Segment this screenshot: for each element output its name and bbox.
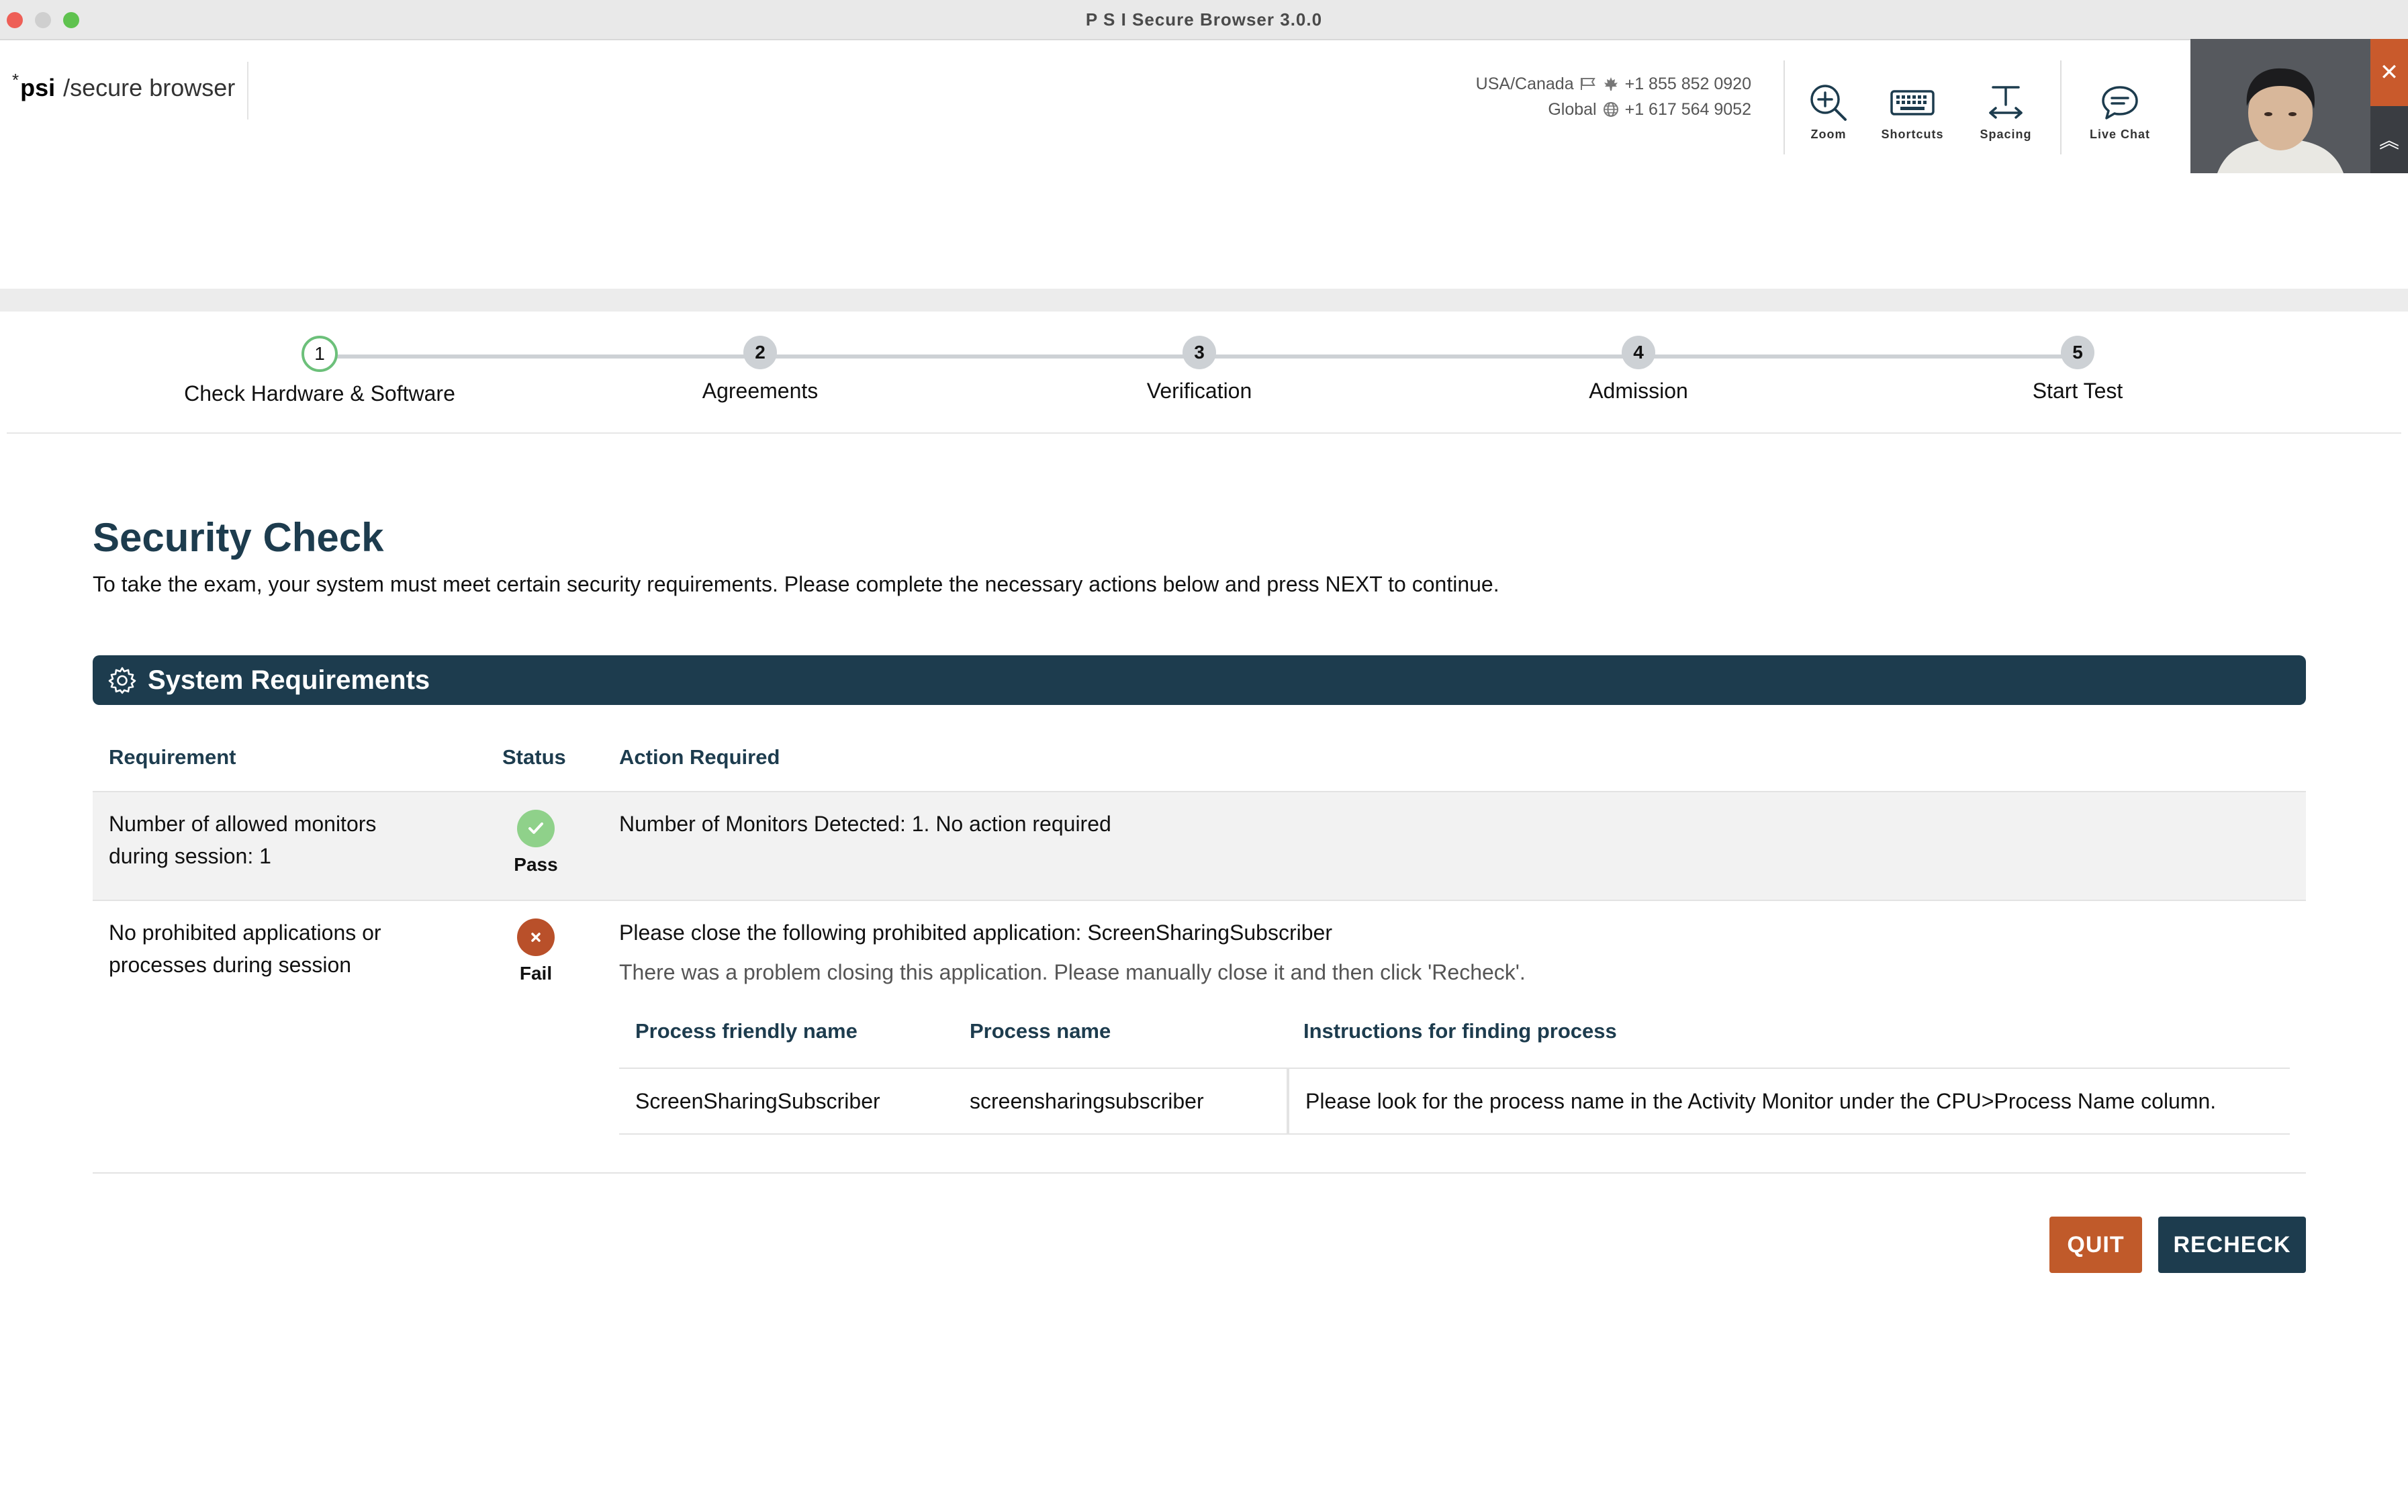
recheck-button[interactable]: RECHECK (2158, 1217, 2306, 1273)
step-number: 3 (1183, 336, 1216, 369)
x-circle-icon (517, 918, 555, 956)
window-title: P S I Secure Browser 3.0.0 (1085, 9, 1323, 30)
process-table-column-divider (1287, 1069, 1289, 1133)
step-start-test: 5 Start Test (1876, 336, 2279, 404)
requirement-line: during session: 1 (109, 844, 271, 868)
column-header-action: Action Required (619, 745, 780, 769)
action-text: Number of Monitors Detected: 1. No actio… (619, 812, 1111, 836)
status-badge: Pass (496, 810, 576, 876)
requirement-line: Number of allowed monitors (109, 812, 377, 836)
minimize-window-button[interactable] (35, 12, 51, 28)
window-titlebar: P S I Secure Browser 3.0.0 (0, 0, 2408, 40)
contact-usa: USA/Canada +1 855 852 0920 (1476, 71, 1751, 97)
table-row (93, 791, 2306, 901)
shortcuts-button[interactable]: Shortcuts (1862, 82, 1963, 142)
process-friendly-name-header: Process friendly name (635, 1019, 858, 1043)
contact-global: Global +1 617 564 9052 (1476, 97, 1751, 122)
table-bottom-divider (93, 1172, 2306, 1174)
zoom-window-button[interactable] (63, 12, 79, 28)
webcam-user-image (2190, 39, 2370, 173)
spacing-label: Spacing (1980, 128, 2032, 141)
process-name: screensharingsubscriber (970, 1089, 1204, 1113)
requirement-line: No prohibited applications or (109, 920, 381, 945)
chevron-up-double-icon[interactable]: ︽ (2370, 115, 2408, 162)
logo-divider (247, 62, 248, 120)
page-subtitle: To take the exam, your system must meet … (93, 572, 1499, 596)
usa-phone[interactable]: +1 855 852 0920 (1625, 71, 1751, 97)
step-label: Agreements (702, 379, 819, 403)
stepper-divider (7, 432, 2401, 434)
window-controls (7, 12, 79, 28)
requirement-line: processes during session (109, 953, 352, 977)
process-instructions: Please look for the process name in the … (1305, 1089, 2217, 1113)
step-label: Verification (1146, 379, 1252, 403)
step-label: Start Test (2032, 379, 2123, 403)
close-window-button[interactable] (7, 12, 23, 28)
step-number: 5 (2061, 336, 2094, 369)
column-header-status: Status (502, 745, 566, 769)
quit-button[interactable]: QUIT (2049, 1217, 2142, 1273)
progress-stepper: 1 Check Hardware & Software 2 Agreements… (0, 312, 2408, 432)
step-agreements: 2 Agreements (559, 336, 962, 404)
step-check-hardware: 1 Check Hardware & Software (118, 336, 521, 406)
global-label: Global (1548, 100, 1597, 119)
status-text: Fail (519, 963, 553, 984)
system-requirements-header: System Requirements (93, 655, 2306, 705)
action-text: Please close the following prohibited ap… (619, 920, 1332, 945)
step-number: 1 (302, 336, 338, 372)
instructions-header: Instructions for finding process (1303, 1019, 1617, 1043)
gear-icon (108, 667, 136, 694)
close-icon[interactable]: ✕ (2370, 39, 2408, 106)
status-badge: Fail (496, 918, 576, 984)
live-chat-label: Live Chat (2089, 128, 2151, 141)
process-table-divider (619, 1133, 2290, 1135)
logo-product: /secure browser (63, 74, 236, 101)
process-table-divider (619, 1068, 2290, 1069)
step-label: Admission (1589, 379, 1688, 403)
webcam-preview (2190, 39, 2370, 173)
support-contact: USA/Canada +1 855 852 0920 Global +1 617… (1476, 71, 1751, 122)
step-admission: 4 Admission (1437, 336, 1840, 404)
requirement-text: Number of allowed monitors during sessio… (109, 808, 376, 872)
live-chat-button[interactable]: Live Chat (2070, 82, 2170, 142)
usa-label: USA/Canada (1475, 75, 1574, 93)
keyboard-icon (1890, 90, 1935, 115)
psi-logo: * psi /secure browser (12, 70, 236, 102)
header-divider-band (0, 289, 2408, 312)
requirement-text: No prohibited applications or processes … (109, 916, 381, 981)
step-number: 2 (743, 336, 777, 369)
spacing-button[interactable]: Spacing (1955, 82, 2056, 142)
page-title: Security Check (93, 515, 384, 560)
logo-brand: psi (20, 74, 56, 101)
spacing-icon (1989, 86, 2023, 119)
status-text: Pass (514, 854, 558, 875)
column-header-requirement: Requirement (109, 745, 236, 769)
step-verification: 3 Verification (998, 336, 1401, 404)
logo-mark: * (12, 70, 19, 90)
shortcuts-label: Shortcuts (1881, 128, 1944, 141)
process-name-header: Process name (970, 1019, 1111, 1043)
step-label: Check Hardware & Software (184, 381, 455, 406)
step-number: 4 (1622, 336, 1655, 369)
global-phone[interactable]: +1 617 564 9052 (1625, 97, 1751, 122)
globe-icon (1603, 102, 1618, 117)
chat-bubble-icon (2102, 86, 2138, 120)
check-circle-icon (517, 810, 555, 847)
header-separator (2060, 60, 2062, 154)
process-friendly-name: ScreenSharingSubscriber (635, 1089, 880, 1113)
error-note: There was a problem closing this applica… (619, 960, 1526, 984)
us-flag-icon (1580, 78, 1595, 90)
app-window: P S I Secure Browser 3.0.0 * psi /secure… (0, 0, 2408, 1512)
zoom-in-icon (1810, 85, 1847, 121)
section-title: System Requirements (148, 665, 430, 695)
canada-maple-leaf-icon (1604, 77, 1618, 91)
